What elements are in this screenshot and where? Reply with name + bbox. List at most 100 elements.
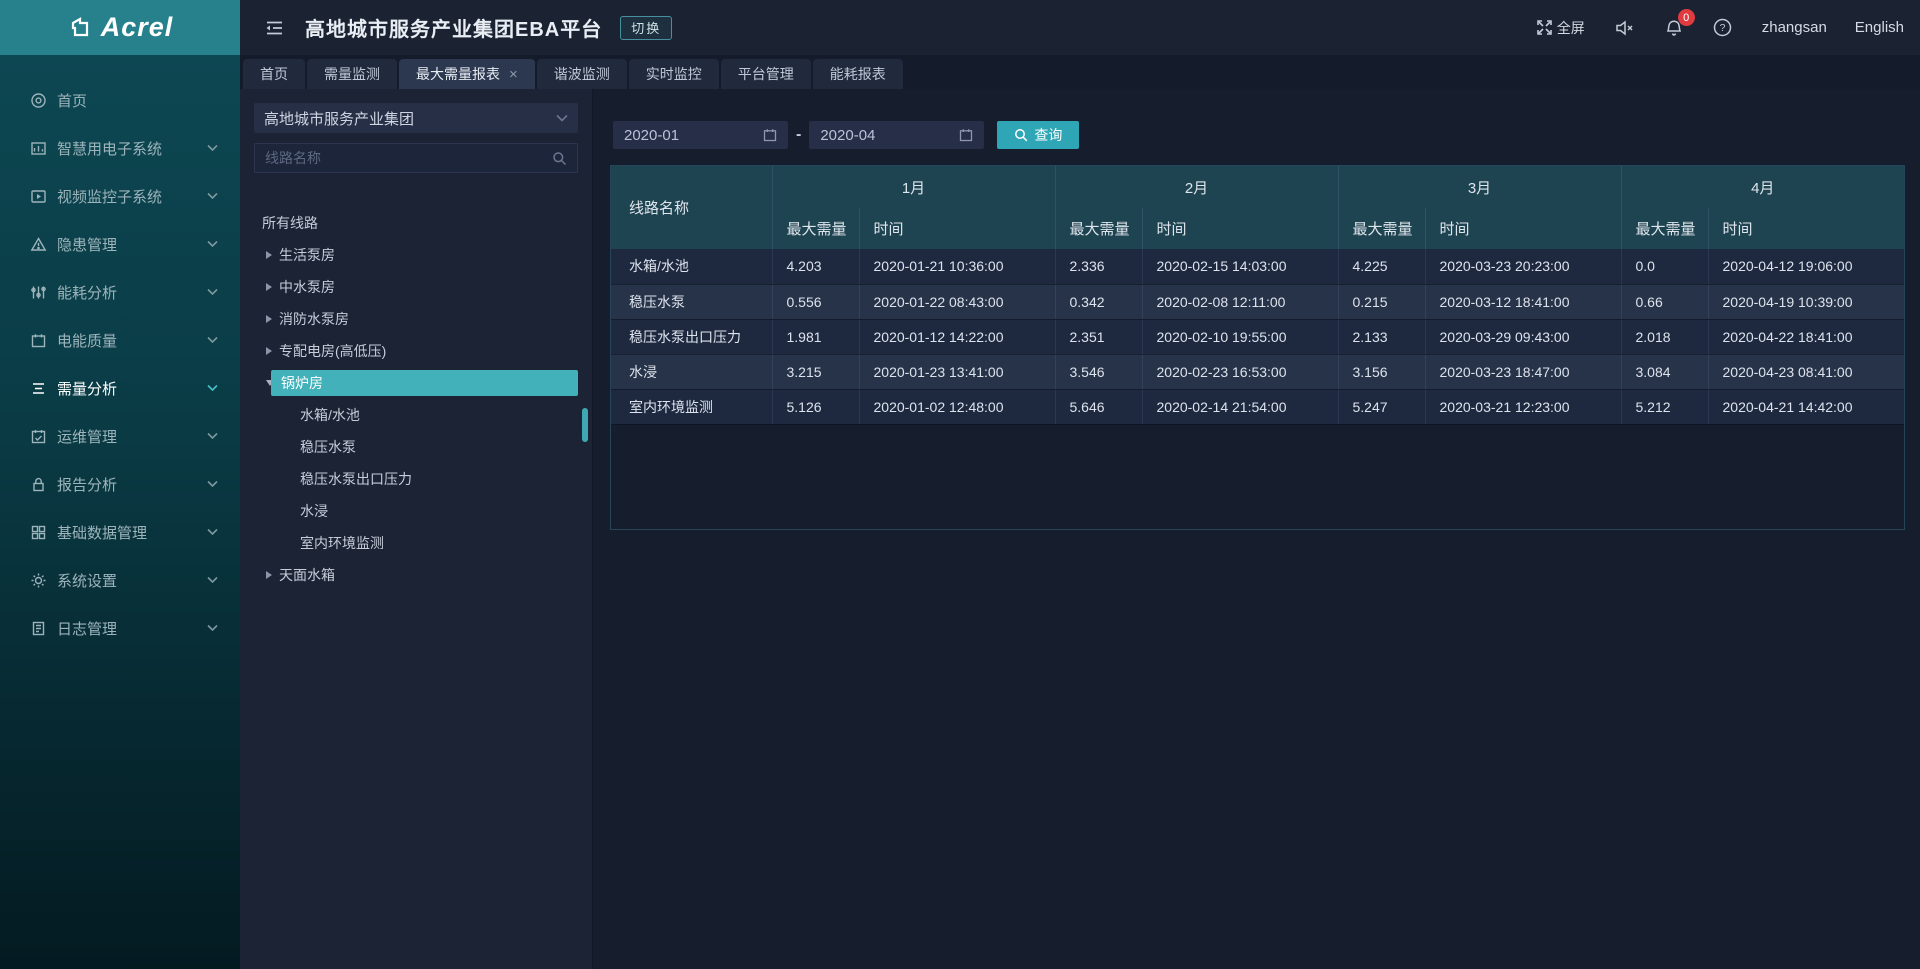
notification-badge: 0 <box>1678 9 1695 26</box>
notifications-button[interactable]: 0 <box>1665 18 1683 37</box>
app-window: Acrel 高地城市服务产业集团EBA平台 切换 全屏 <box>0 0 1920 969</box>
sidebar-item-base-data-mgmt[interactable]: 基础数据管理 <box>0 508 240 556</box>
tree-node-dedicated-power-room[interactable]: 专配电房(高低压) <box>254 335 578 367</box>
caret-right-icon[interactable] <box>266 571 272 579</box>
sidebar-item-demand-analysis[interactable]: 需量分析 <box>0 364 240 412</box>
time-cell: 2020-01-21 10:36:00 <box>859 249 1055 284</box>
sidebar-item-hazard-mgmt[interactable]: 隐患管理 <box>0 220 240 268</box>
time-cell: 2020-02-14 21:54:00 <box>1142 389 1338 424</box>
sidebar-item-power-quality[interactable]: 电能质量 <box>0 316 240 364</box>
tree-node-label: 专配电房(高低压) <box>279 341 386 361</box>
tree-node-label: 消防水泵房 <box>279 309 349 329</box>
organization-select[interactable]: 高地城市服务产业集团 <box>254 103 578 133</box>
date-range-separator: - <box>796 126 801 144</box>
caret-right-icon[interactable] <box>266 251 272 259</box>
tree-node-water-immersion[interactable]: 水浸 <box>254 495 578 527</box>
chevron-down-icon <box>207 193 218 200</box>
tree-node-reclaimed-water-pump-room[interactable]: 中水泵房 <box>254 271 578 303</box>
tree-node-all-lines[interactable]: 所有线路 <box>254 207 578 239</box>
search-icon <box>1014 128 1028 142</box>
line-search-input[interactable] <box>265 150 552 166</box>
tab-realtime-monitor[interactable]: 实时监控 <box>629 59 719 89</box>
chevron-down-icon <box>207 481 218 488</box>
speaker-muted-icon <box>1615 19 1635 37</box>
tab-harmonic-monitor[interactable]: 谐波监测 <box>537 59 627 89</box>
max-demand-table: 线路名称 1月 2月 3月 4月 最大需量 时间 最大需量 <box>611 166 1904 425</box>
demand-cell: 2.336 <box>1055 249 1142 284</box>
time-cell: 2020-01-22 08:43:00 <box>859 284 1055 319</box>
tab-max-demand-report[interactable]: 最大需量报表 × <box>399 59 535 89</box>
sidebar-item-system-settings[interactable]: 系统设置 <box>0 556 240 604</box>
tab-label: 需量监测 <box>324 64 380 84</box>
collapse-menu-icon[interactable] <box>263 18 285 38</box>
column-group-month-2: 2月 <box>1055 166 1338 208</box>
chevron-down-icon <box>207 385 218 392</box>
tab-energy-report[interactable]: 能耗报表 <box>813 59 903 89</box>
sidebar-item-energy-analysis[interactable]: 能耗分析 <box>0 268 240 316</box>
demand-cell: 3.156 <box>1338 354 1425 389</box>
tree-node-pressure-pump-outlet[interactable]: 稳压水泵出口压力 <box>254 463 578 495</box>
log-icon <box>30 620 47 637</box>
tree-node-fire-pump-room[interactable]: 消防水泵房 <box>254 303 578 335</box>
chevron-down-icon <box>207 241 218 248</box>
column-group-month-3: 3月 <box>1338 166 1621 208</box>
top-header: Acrel 高地城市服务产业集团EBA平台 切换 全屏 <box>0 0 1920 55</box>
sidebar-item-label: 需量分析 <box>57 378 117 399</box>
start-month-picker[interactable]: 2020-01 <box>613 121 788 149</box>
tree-node-water-tank[interactable]: 水箱/水池 <box>254 399 578 431</box>
tree-scrollbar-thumb[interactable] <box>582 408 588 442</box>
sidebar-item-ops-mgmt[interactable]: 运维管理 <box>0 412 240 460</box>
chevron-down-icon <box>207 289 218 296</box>
column-header-line-name: 线路名称 <box>611 166 772 249</box>
sidebar-item-label: 首页 <box>57 90 87 111</box>
tab-demand-monitor[interactable]: 需量监测 <box>307 59 397 89</box>
start-month-value: 2020-01 <box>624 127 679 144</box>
sidebar-item-log-mgmt[interactable]: 日志管理 <box>0 604 240 652</box>
sidebar-item-smart-power[interactable]: 智慧用电子系统 <box>0 124 240 172</box>
fullscreen-button[interactable]: 全屏 <box>1536 18 1585 38</box>
tab-home[interactable]: 首页 <box>243 59 305 89</box>
search-icon[interactable] <box>552 151 567 166</box>
time-cell: 2020-02-15 14:03:00 <box>1142 249 1338 284</box>
sidebar-menu: 首页 智慧用电子系统 视频监控子系统 隐患管理 <box>0 55 240 652</box>
demand-cell: 4.225 <box>1338 249 1425 284</box>
tab-label: 能耗报表 <box>830 64 886 84</box>
demand-cell: 4.203 <box>772 249 859 284</box>
time-cell: 2020-04-23 08:41:00 <box>1708 354 1904 389</box>
time-cell: 2020-03-23 20:23:00 <box>1425 249 1621 284</box>
fullscreen-icon <box>1536 19 1553 36</box>
switch-button[interactable]: 切换 <box>620 16 672 40</box>
help-button[interactable]: ? <box>1713 18 1732 37</box>
sidebar-item-home[interactable]: 首页 <box>0 76 240 124</box>
tree-node-label: 天面水箱 <box>279 565 335 585</box>
language-toggle[interactable]: English <box>1855 19 1904 36</box>
tree-node-roof-water-tank[interactable]: 天面水箱 <box>254 559 578 591</box>
time-cell: 2020-03-12 18:41:00 <box>1425 284 1621 319</box>
line-name-cell: 稳压水泵 <box>611 284 772 319</box>
sidebar-item-report-analysis[interactable]: 报告分析 <box>0 460 240 508</box>
close-icon[interactable]: × <box>509 67 518 82</box>
end-month-picker[interactable]: 2020-04 <box>809 121 984 149</box>
tab-label: 最大需量报表 <box>416 64 500 84</box>
tab-platform-mgmt[interactable]: 平台管理 <box>721 59 811 89</box>
tree-node-indoor-env-monitor[interactable]: 室内环境监测 <box>254 527 578 559</box>
column-header-max-demand: 最大需量 <box>1338 208 1425 249</box>
schedule-icon <box>30 428 47 445</box>
calendar-icon[interactable] <box>763 128 777 142</box>
sidebar-item-video-monitor[interactable]: 视频监控子系统 <box>0 172 240 220</box>
caret-right-icon[interactable] <box>266 315 272 323</box>
tree-node-pressure-pump[interactable]: 稳压水泵 <box>254 431 578 463</box>
sidebar-item-label: 视频监控子系统 <box>57 186 162 207</box>
mute-button[interactable] <box>1615 19 1635 37</box>
tab-label: 实时监控 <box>646 64 702 84</box>
tree-node-life-pump-room[interactable]: 生活泵房 <box>254 239 578 271</box>
warning-icon <box>30 236 47 253</box>
caret-right-icon[interactable] <box>266 347 272 355</box>
calendar-icon[interactable] <box>959 128 973 142</box>
query-button[interactable]: 查询 <box>997 121 1079 149</box>
table-row: 水浸 3.215 2020-01-23 13:41:00 3.546 2020-… <box>611 354 1904 389</box>
tree-node-boiler-room[interactable]: 锅炉房 <box>254 367 578 399</box>
demand-cell: 5.247 <box>1338 389 1425 424</box>
username-menu[interactable]: zhangsan <box>1762 19 1827 36</box>
caret-right-icon[interactable] <box>266 283 272 291</box>
